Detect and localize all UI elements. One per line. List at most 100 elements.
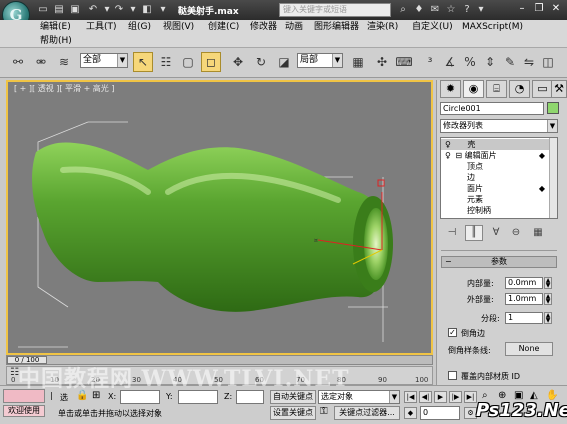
menu-modifiers[interactable]: 修改器 — [250, 21, 277, 33]
stack-item-element[interactable]: 元素 — [441, 194, 549, 205]
outer-amount-spinner[interactable]: ▲ ▼ — [544, 293, 552, 305]
search-input[interactable]: 键入关键字或短语 — [279, 3, 391, 17]
pin-stack-icon[interactable]: ⊣ — [443, 225, 461, 241]
unlink-icon[interactable]: ⚮ — [31, 52, 51, 72]
quick-access-menu-icon[interactable]: ▾ — [156, 3, 170, 16]
tab-create[interactable]: ✹ — [440, 80, 461, 98]
stack-item-edit-patch[interactable]: ♀ ⊟ 编辑面片 ◆ — [441, 150, 549, 161]
select-and-scale-icon[interactable]: ◪ — [274, 52, 294, 72]
minimize-icon[interactable]: – — [514, 2, 530, 16]
menu-edit[interactable]: 编辑(E) — [40, 21, 71, 33]
stack-item-patch[interactable]: 面片 ◆ — [441, 183, 549, 194]
save-file-icon[interactable]: ▣ — [68, 3, 82, 16]
spinner-snap-icon[interactable]: ⇕ — [480, 52, 500, 72]
undo-icon[interactable]: ↶ — [86, 3, 100, 16]
redo-icon[interactable]: ↷ — [112, 3, 126, 16]
show-end-result-icon[interactable]: ║ — [465, 225, 483, 241]
stack-scrollbar[interactable] — [549, 138, 557, 218]
make-unique-icon[interactable]: ∀ — [487, 225, 505, 241]
keyboard-shortcut-override-icon[interactable]: ⌨ — [394, 52, 414, 72]
object-color-swatch[interactable] — [547, 102, 559, 114]
mirror-icon[interactable]: ⇋ — [519, 52, 539, 72]
restore-icon[interactable]: ❐ — [531, 2, 547, 16]
key-icon[interactable]: ⚿ — [320, 406, 328, 417]
stack-item-handle[interactable]: 控制柄 — [441, 205, 549, 216]
reference-coordinate-select[interactable]: 局部 ▼ — [297, 53, 343, 68]
new-file-icon[interactable]: ▭ — [36, 3, 50, 16]
next-frame-icon[interactable]: |▶ — [449, 391, 462, 403]
bevel-edges-checkbox[interactable]: ✓ — [448, 328, 457, 337]
selection-filter-select[interactable]: 全部 ▼ — [80, 53, 128, 68]
select-and-manipulate-icon[interactable]: ✣ — [372, 52, 392, 72]
close-icon[interactable]: ✕ — [548, 2, 564, 16]
rectangular-selection-icon[interactable]: ▢ — [178, 52, 198, 72]
menu-customize[interactable]: 自定义(U) — [412, 21, 453, 33]
object-name-field[interactable]: Circle001 — [440, 102, 544, 115]
set-key-button[interactable]: 设置关键点 — [270, 406, 316, 420]
select-and-rotate-icon[interactable]: ↻ — [251, 52, 271, 72]
redo-dropdown-icon[interactable]: ▾ — [126, 3, 140, 16]
menu-rendering[interactable]: 渲染(R) — [367, 21, 398, 33]
menu-views[interactable]: 视图(V) — [163, 21, 194, 33]
open-file-icon[interactable]: ▤ — [52, 3, 66, 16]
stack-item-vertex[interactable]: 顶点 — [441, 161, 549, 172]
inner-amount-field[interactable]: 0.0mm — [505, 277, 543, 289]
select-by-name-icon[interactable]: ☷ — [156, 52, 176, 72]
override-inner-matid-checkbox[interactable] — [448, 371, 457, 380]
named-selection-sets-icon[interactable]: ✎ — [500, 52, 520, 72]
select-object-icon[interactable]: ↖ — [133, 52, 153, 72]
menu-help[interactable]: 帮助(H) — [40, 35, 72, 47]
tab-hierarchy[interactable]: ⌸ — [486, 80, 507, 98]
menu-create[interactable]: 创建(C) — [208, 21, 239, 33]
stack-item-edge[interactable]: 边 — [441, 172, 549, 183]
bevel-spline-button[interactable]: None — [505, 342, 553, 356]
expand-minus-icon[interactable]: ⊟ — [453, 151, 462, 160]
remove-modifier-icon[interactable]: ⊖ — [507, 225, 525, 241]
help-icon[interactable]: ? — [460, 3, 474, 16]
communication-center-icon[interactable]: ✉ — [428, 3, 442, 16]
menu-maxscript[interactable]: MAXScript(M) — [462, 21, 523, 33]
snaps-toggle-icon[interactable]: ³ — [420, 52, 440, 72]
angle-snap-icon[interactable]: ∡ — [440, 52, 460, 72]
parameters-rollout-header[interactable]: − 参数 — [441, 256, 557, 268]
align-icon[interactable]: ◫ — [538, 52, 558, 72]
menu-animation[interactable]: 动画 — [285, 21, 303, 33]
select-and-move-icon[interactable]: ✥ — [228, 52, 248, 72]
tab-modify[interactable]: ◉ — [463, 80, 484, 98]
key-filters-button[interactable]: 关键点过滤器... — [334, 406, 400, 420]
current-frame-field[interactable]: 0 — [420, 406, 460, 420]
select-and-link-icon[interactable]: ⚯ — [8, 52, 28, 72]
percent-snap-icon[interactable]: % — [460, 52, 480, 72]
play-icon[interactable]: ▶ — [434, 391, 447, 403]
hold-icon[interactable]: ◧ — [140, 3, 154, 16]
menu-group[interactable]: 组(G) — [128, 21, 151, 33]
help-dropdown-icon[interactable]: ▾ — [474, 3, 488, 16]
menu-graph-editors[interactable]: 图形编辑器 — [314, 21, 359, 33]
window-crossing-icon[interactable]: ◻ — [201, 52, 221, 72]
status-prompt: 单击或单击并拖动以选择对象 — [58, 409, 162, 418]
lightbulb-icon[interactable]: ♀ — [441, 151, 451, 160]
lightbulb-icon[interactable]: ♀ — [441, 140, 451, 149]
outer-amount-field[interactable]: 1.0mm — [505, 293, 543, 305]
tab-display[interactable]: ▭ — [532, 80, 553, 98]
menu-tools[interactable]: 工具(T) — [86, 21, 117, 33]
inner-amount-spinner[interactable]: ▲ ▼ — [544, 277, 552, 289]
perspective-viewport[interactable]: [ + ][ 透视 ][ 平滑 + 高光 ] ¤ — [6, 80, 433, 355]
modifier-list-select[interactable]: 修改器列表 ▼ — [440, 119, 558, 133]
segments-field[interactable]: 1 — [505, 312, 543, 324]
modifier-stack[interactable]: ♀ 壳 ♀ ⊟ 编辑面片 ◆ 顶点 边 面片 ◆ 元素 控制柄 — [440, 137, 558, 219]
go-to-start-icon[interactable]: |◀ — [404, 391, 417, 403]
pivot-center-icon[interactable]: ▦ — [348, 52, 368, 72]
segments-spinner[interactable]: ▲ ▼ — [544, 312, 552, 324]
subscription-icon[interactable]: ♦ — [412, 3, 426, 16]
previous-frame-icon[interactable]: ◀| — [419, 391, 432, 403]
vase-model[interactable]: ¤ — [8, 82, 431, 353]
favorites-icon[interactable]: ☆ — [444, 3, 458, 16]
tab-utilities[interactable]: ⚒ — [551, 80, 567, 98]
stack-item-shell[interactable]: ♀ 壳 — [441, 139, 549, 150]
tab-motion[interactable]: ◔ — [509, 80, 530, 98]
key-mode-toggle-icon[interactable]: ◆ — [404, 407, 417, 419]
search-icon[interactable]: ⌕ — [396, 3, 410, 16]
bind-space-warp-icon[interactable]: ≋ — [54, 52, 74, 72]
configure-modifier-sets-icon[interactable]: ▦ — [529, 225, 547, 241]
